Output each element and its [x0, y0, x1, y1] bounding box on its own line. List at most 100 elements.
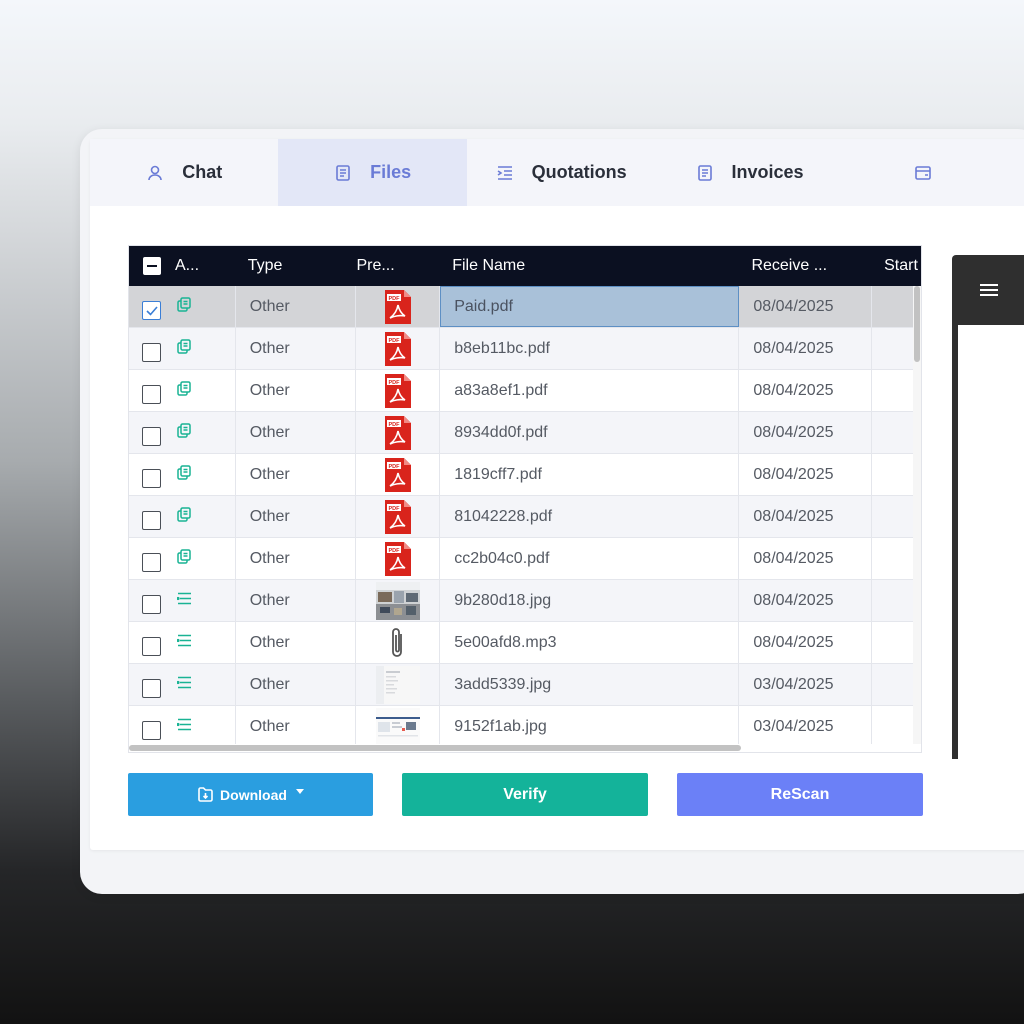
- pdf-icon: PDF: [384, 289, 411, 324]
- file-name-cell[interactable]: 9152f1ab.jpg: [440, 706, 740, 747]
- vertical-scrollbar[interactable]: [913, 286, 921, 744]
- row-checkbox[interactable]: [142, 343, 161, 362]
- table-row[interactable]: Other PDF Paid.pdf 08/04/2025: [129, 286, 921, 328]
- table-row[interactable]: Other PDF 8934dd0f.pdf 08/04/2025: [129, 412, 921, 454]
- preview-cell[interactable]: PDF: [356, 328, 441, 369]
- pdf-icon: PDF: [384, 541, 411, 576]
- preview-cell[interactable]: [356, 706, 441, 747]
- table-header: A... Type Pre... File Name Receive ... S…: [129, 246, 921, 286]
- file-name-cell[interactable]: 1819cff7.pdf: [440, 454, 740, 495]
- row-checkbox[interactable]: [142, 385, 161, 404]
- file-name-cell[interactable]: Paid.pdf: [440, 286, 740, 327]
- svg-text:PDF: PDF: [388, 379, 400, 385]
- received-date-cell: 03/04/2025: [739, 664, 873, 705]
- wallet-icon: [914, 165, 931, 180]
- type-cell: Other: [236, 286, 357, 327]
- verify-button[interactable]: Verify: [402, 773, 648, 816]
- tab-bar: Chat Files Quotations Invoices: [90, 139, 1024, 206]
- preview-cell[interactable]: PDF: [356, 286, 441, 327]
- preview-cell[interactable]: PDF: [356, 370, 441, 411]
- viewer-page: [958, 325, 1024, 759]
- pdf-icon: PDF: [384, 499, 411, 534]
- list-icon: [177, 718, 191, 731]
- file-name-cell[interactable]: 5e00afd8.mp3: [440, 622, 740, 663]
- row-checkbox[interactable]: [142, 553, 161, 572]
- rescan-button[interactable]: ReScan: [677, 773, 923, 816]
- table-row[interactable]: Other PDF 81042228.pdf 08/04/2025: [129, 496, 921, 538]
- received-date-cell: 08/04/2025: [739, 370, 873, 411]
- horizontal-scrollbar[interactable]: [129, 744, 921, 752]
- preview-cell[interactable]: PDF: [356, 412, 441, 453]
- file-name-cell[interactable]: cc2b04c0.pdf: [440, 538, 740, 579]
- table-row[interactable]: Other PDF b8eb11bc.pdf 08/04/2025: [129, 328, 921, 370]
- table-body: Other PDF Paid.pdf 08/04/2025 Other PDF b8eb11…: [129, 286, 921, 748]
- tab-chat[interactable]: Chat: [90, 139, 278, 206]
- viewer-toolbar: [952, 255, 1024, 325]
- tab-invoices[interactable]: Invoices: [655, 139, 843, 206]
- document-viewer: [952, 255, 1024, 759]
- type-cell: Other: [236, 328, 357, 369]
- preview-cell[interactable]: [356, 622, 441, 663]
- row-checkbox[interactable]: [142, 637, 161, 656]
- type-cell: Other: [236, 664, 357, 705]
- table-row[interactable]: Other 9152f1ab.jpg 03/04/2025: [129, 706, 921, 748]
- table-row[interactable]: Other 5e00afd8.mp3 08/04/2025: [129, 622, 921, 664]
- table-row[interactable]: Other 9b280d18.jpg 08/04/2025: [129, 580, 921, 622]
- row-checkbox[interactable]: [142, 301, 161, 320]
- pdf-icon: PDF: [384, 457, 411, 492]
- preview-cell[interactable]: [356, 580, 441, 621]
- file-name-cell[interactable]: 3add5339.jpg: [440, 664, 740, 705]
- pdf-icon: PDF: [384, 415, 411, 450]
- table-row[interactable]: Other PDF 1819cff7.pdf 08/04/2025: [129, 454, 921, 496]
- tab-quotations[interactable]: Quotations: [467, 139, 655, 206]
- column-header[interactable]: Receive ...: [739, 257, 872, 275]
- file-name-cell[interactable]: 81042228.pdf: [440, 496, 740, 537]
- preview-cell[interactable]: PDF: [356, 454, 441, 495]
- tab-more[interactable]: [844, 139, 1024, 206]
- received-date-cell: 08/04/2025: [739, 412, 873, 453]
- tab-files[interactable]: Files: [278, 139, 467, 206]
- preview-cell[interactable]: PDF: [356, 538, 441, 579]
- header-select-all[interactable]: A...: [129, 257, 236, 275]
- file-name-cell[interactable]: 9b280d18.jpg: [440, 580, 740, 621]
- file-name-cell[interactable]: 8934dd0f.pdf: [440, 412, 740, 453]
- preview-cell[interactable]: [356, 664, 441, 705]
- file-name-cell[interactable]: a83a8ef1.pdf: [440, 370, 740, 411]
- select-cell: [129, 454, 236, 495]
- select-cell: [129, 580, 236, 621]
- table-row[interactable]: Other PDF cc2b04c0.pdf 08/04/2025: [129, 538, 921, 580]
- hamburger-menu-icon[interactable]: [980, 283, 998, 297]
- row-checkbox[interactable]: [142, 427, 161, 446]
- list-indent-icon: [497, 165, 512, 180]
- row-checkbox[interactable]: [142, 469, 161, 488]
- paperclip-icon: [391, 627, 402, 657]
- row-checkbox[interactable]: [142, 721, 161, 740]
- received-date-cell: 08/04/2025: [739, 328, 873, 369]
- type-cell: Other: [236, 622, 357, 663]
- row-checkbox[interactable]: [142, 511, 161, 530]
- copy-icon: [177, 339, 191, 354]
- list-icon: [177, 676, 191, 689]
- download-button[interactable]: Download: [128, 773, 373, 816]
- file-name-cell[interactable]: b8eb11bc.pdf: [440, 328, 740, 369]
- table-row[interactable]: Other PDF a83a8ef1.pdf 08/04/2025: [129, 370, 921, 412]
- column-header[interactable]: Type: [236, 257, 357, 275]
- select-cell: [129, 706, 236, 747]
- select-cell: [129, 538, 236, 579]
- preview-cell[interactable]: PDF: [356, 496, 441, 537]
- column-header[interactable]: File Name: [440, 257, 739, 275]
- copy-icon: [177, 381, 191, 396]
- select-all-checkbox[interactable]: [143, 257, 161, 275]
- column-header[interactable]: Pre...: [356, 257, 440, 275]
- tab-label: Quotations: [531, 162, 627, 182]
- table-row[interactable]: Other 3add5339.jpg 03/04/2025: [129, 664, 921, 706]
- received-date-cell: 08/04/2025: [739, 538, 873, 579]
- svg-text:PDF: PDF: [388, 295, 400, 301]
- column-header[interactable]: A...: [175, 257, 199, 275]
- received-date-cell: 08/04/2025: [739, 580, 873, 621]
- row-checkbox[interactable]: [142, 679, 161, 698]
- type-cell: Other: [236, 580, 357, 621]
- received-date-cell: 08/04/2025: [739, 496, 873, 537]
- row-checkbox[interactable]: [142, 595, 161, 614]
- column-header[interactable]: Start: [872, 257, 921, 275]
